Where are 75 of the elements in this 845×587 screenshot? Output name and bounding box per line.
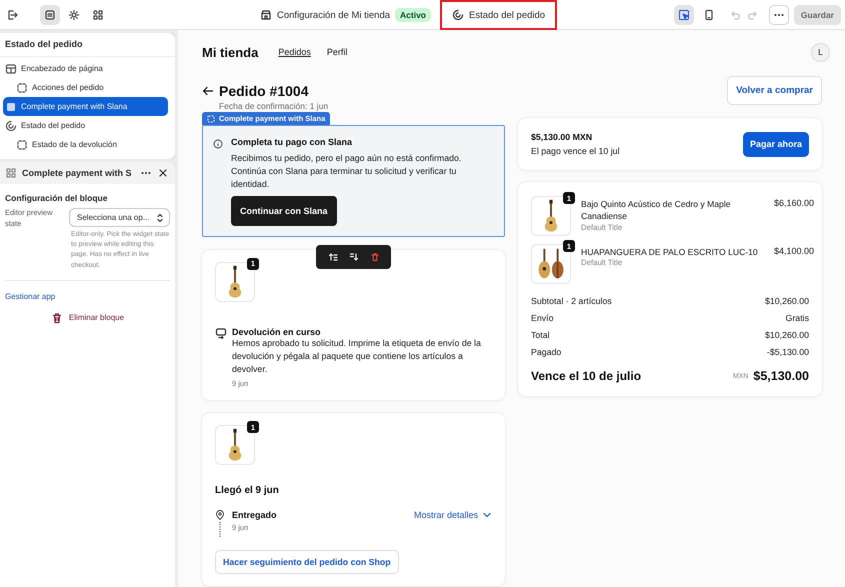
mobile-icon [702,8,715,20]
delivery-status: Entregado [232,510,278,520]
show-details-link[interactable]: Mostrar detalles [414,510,492,520]
return-title: Devolución en curso [232,326,322,337]
move-down-icon[interactable] [348,252,358,262]
return-text: Hemos aprobado tu solicitud. Imprime la etiqueta de envío de la devolución y pégala al paquete que contiene los artículos a devolver. [232,336,482,376]
product-price: $6,160.00 [774,197,814,210]
close-icon[interactable] [157,167,169,179]
outline-item[interactable]: Estado del pedido [0,116,172,135]
store-name: Mi tienda [202,44,258,60]
status-badge: Activo [395,8,431,22]
select-field[interactable]: Selecciona una op... [69,208,170,227]
more-button[interactable] [768,4,789,24]
status-icon [5,120,17,132]
payment-text: Recibimos tu pedido, pero el pago aún no está confirmado. Continúa con Slana para terminar tu solicitud y verificar tu identidad. [231,152,462,192]
panel-title: Estado del pedido [0,33,175,57]
order-title: Pedido #1004 [219,83,308,99]
status-icon [452,9,464,21]
sections-button[interactable] [40,4,60,24]
summary-value: Gratis [786,313,809,325]
app-icon [5,100,17,112]
track-order-button[interactable]: Hacer seguimiento del pedido con Shop [215,550,399,574]
delivery-title: Llegó el 9 jun [215,485,280,496]
app-icon [5,167,17,179]
store-icon [260,9,272,21]
product-name: Bajo Quinto Acústico de Cedro y Maple Canadiense [581,198,732,223]
nav-link[interactable]: Pedidos [278,47,311,57]
block-icon [207,114,215,122]
pay-now-button[interactable]: Pagar ahora [742,132,809,156]
store-title: Configuración de Mi tienda [277,10,390,20]
due-date: El pago vence el 10 jul [531,146,620,156]
section-title: Configuración del bloque [5,193,108,203]
continue-button[interactable]: Continuar con Slana [231,196,337,226]
return-box-icon [215,326,227,339]
settings-icon [68,8,80,20]
block-icon [16,138,28,150]
summary-label: Subtotal · 2 artículos [531,296,612,308]
nav-link[interactable]: Perfil [326,47,348,57]
move-up-icon[interactable] [328,252,338,262]
outline-item[interactable]: Estado de la devolución [0,135,172,154]
trash-icon[interactable] [370,252,380,262]
summary-value: $10,260.00 [764,296,809,308]
chevron-updown-icon [156,212,164,222]
summary-value: -$5,130.00 [766,347,809,359]
trash-icon [50,312,63,324]
layout-icon [5,62,17,74]
summary-value: $10,260.00 [764,330,809,342]
payment-title: Completa tu pago con Slana [231,137,354,147]
sections-icon [44,8,56,20]
due-amount: $5,130.00 MXN [531,132,594,142]
location-pin-icon [215,510,225,538]
back-arrow-icon[interactable] [202,85,214,97]
block-title: Complete payment with S [22,168,133,178]
manage-app-link[interactable]: Gestionar app [5,292,56,301]
block-icon [16,82,28,94]
product-name: HUAPANGUERA DE PALO ESCRITO LUC-10 [581,246,759,258]
inspector-icon [678,8,690,20]
outline-item[interactable]: Encabezado de página [0,59,172,78]
inspector-button[interactable] [674,4,694,24]
apps-icon [92,8,104,20]
product-price: $4,100.00 [774,245,814,258]
summary-label: Envío [531,313,554,325]
exit-icon[interactable] [6,8,18,20]
delete-block-button[interactable]: Eliminar bloque [50,312,124,324]
info-icon [213,139,223,149]
reorder-button[interactable]: Volver a comprar [727,76,822,105]
confirmation-date: Fecha de confirmación: 1 jun [218,101,330,111]
total-due-label: Vence el 10 de julio [531,369,642,383]
summary-label: Total [531,330,550,342]
outline-item[interactable]: Complete payment with Slana [3,97,168,116]
summary-label: Pagado [531,347,562,359]
total-due-amount: $5,130.00 [753,369,809,383]
avatar[interactable]: L [811,42,830,62]
outline-item[interactable]: Acciones del pedido [0,78,172,97]
page-selector[interactable]: Estado del pedido [440,0,558,30]
